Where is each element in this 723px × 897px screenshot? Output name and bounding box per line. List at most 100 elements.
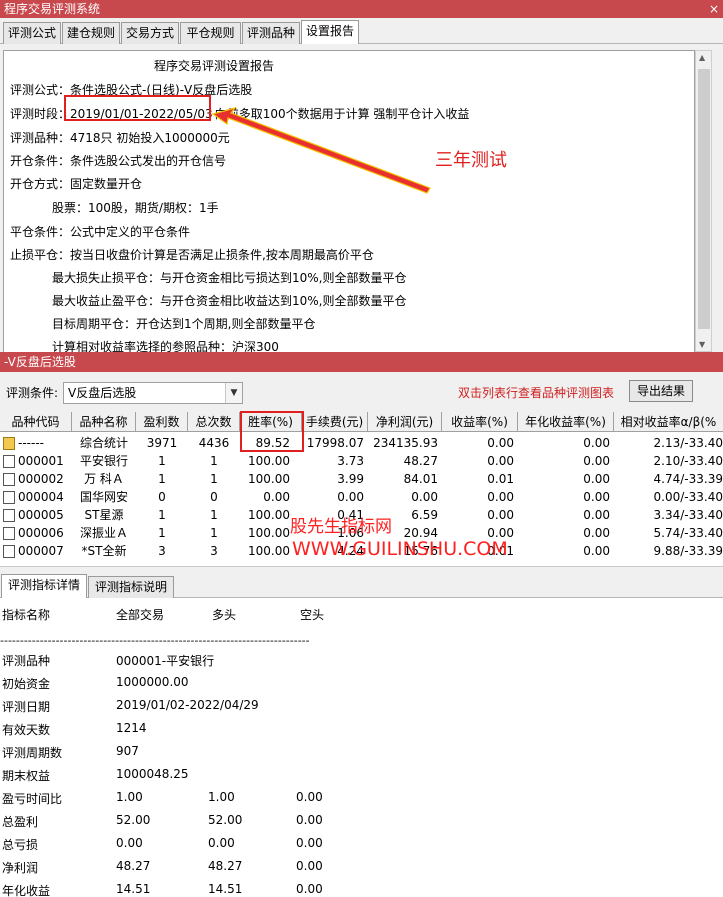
scroll-thumb[interactable] <box>698 69 710 329</box>
detail-metric-all: 000001-平安银行 <box>116 654 215 668</box>
watermark-line1: 股先生指标网 <box>290 517 392 537</box>
detail-metric-name: 期末权益 <box>2 769 51 783</box>
export-button[interactable]: 导出结果 <box>629 380 693 402</box>
table-row[interactable]: 000001 平安银行 1 1 100.00 3.73 48.27 0.00 0.00 2.10/… <box>0 452 723 470</box>
cell-win-rate: 100.00 <box>248 544 290 558</box>
document-icon <box>3 455 15 468</box>
detail-divider: ----------------------------------------… <box>0 634 310 647</box>
cell-win-count: 1 <box>158 454 166 468</box>
cell-name: 万 科Ａ <box>84 472 124 486</box>
detail-header-name: 指标名称 <box>2 608 51 622</box>
report-max-gain: 最大收益止盈平仓：与开仓资金相比收益达到10%,则全部数量平仓 <box>52 294 407 308</box>
detail-metric-all: 1000000.00 <box>116 675 189 689</box>
cell-win-count: 1 <box>158 508 166 522</box>
report-open-mode: 开仓方式：固定数量开仓 <box>10 177 143 191</box>
col-return[interactable]: 收益率(%) <box>442 412 518 432</box>
cell-name: *ST全新 <box>81 544 127 558</box>
cell-return: 0.01 <box>487 472 514 486</box>
tab-settings-report[interactable]: 设置报告 <box>301 20 359 44</box>
detail-metric-all: 48.27 <box>116 859 151 873</box>
cell-win-count: 0 <box>158 490 166 504</box>
col-code[interactable]: 品种代码 <box>0 412 72 432</box>
cell-win-rate: 0.00 <box>263 490 290 504</box>
cell-total-count: 1 <box>210 472 218 486</box>
tab-trade-mode[interactable]: 交易方式 <box>121 22 179 44</box>
tab-close-rule[interactable]: 平仓规则 <box>180 22 241 44</box>
tab-build-rule[interactable]: 建仓规则 <box>62 22 120 44</box>
cell-return: 0.00 <box>487 508 514 522</box>
col-total-count[interactable]: 总次数 <box>188 412 240 432</box>
cell-relative-return: 2.10/-33.40 <box>653 454 723 468</box>
detail-metric-name: 年化收益 <box>2 884 51 897</box>
detail-metric-short: 0.00 <box>296 859 323 873</box>
chevron-down-icon[interactable]: ▼ <box>225 383 242 403</box>
col-fee[interactable]: 手续费(元) <box>302 412 368 432</box>
report-scrollbar[interactable]: ▲ ▼ <box>695 50 712 352</box>
col-win-count[interactable]: 盈利数 <box>136 412 188 432</box>
col-relative-return[interactable]: 相对收益率α/β(% <box>614 412 723 432</box>
detail-header-long: 多头 <box>212 608 237 622</box>
detail-metric-name: 评测周期数 <box>2 746 63 760</box>
cell-net-profit: 48.27 <box>403 454 438 468</box>
table-row[interactable]: ------ 综合统计 3971 4436 89.52 17998.07 234135.93… <box>0 434 723 452</box>
cell-return: 0.00 <box>487 490 514 504</box>
cell-relative-return: 0.00/-33.40 <box>653 490 723 504</box>
cell-return: 0.00 <box>487 436 514 450</box>
cell-annual-return: 0.00 <box>583 490 610 504</box>
table-row[interactable]: 000002 万 科Ａ 1 1 100.00 3.99 84.01 0.01 0.00 4.74/… <box>0 470 723 488</box>
detail-metric-name: 有效天数 <box>2 723 51 737</box>
report-open-qty: 股票：100股，期货/期权：1手 <box>52 201 219 215</box>
cell-annual-return: 0.00 <box>583 544 610 558</box>
detail-metric-all: 1.00 <box>116 790 143 804</box>
scroll-down-icon[interactable]: ▼ <box>699 340 705 349</box>
scroll-up-icon[interactable]: ▲ <box>699 53 705 62</box>
detail-metric-short: 0.00 <box>296 882 323 896</box>
report-max-loss: 最大损失止损平仓：与开仓资金相比亏损达到10%,则全部数量平仓 <box>52 271 407 285</box>
report-stop-loss: 止损平仓：按当日收盘价计算是否满足止损条件,按本周期最高价平仓 <box>10 248 374 262</box>
cell-win-count: 1 <box>158 526 166 540</box>
cell-annual-return: 0.00 <box>583 454 610 468</box>
col-net-profit[interactable]: 净利润(元) <box>368 412 442 432</box>
tab-products[interactable]: 评测品种 <box>242 22 300 44</box>
report-products: 评测品种：4718只 初始投入1000000元 <box>10 131 230 145</box>
document-icon <box>3 473 15 486</box>
detail-metric-short: 0.00 <box>296 813 323 827</box>
cell-code: 000007 <box>18 544 64 558</box>
cell-fee: 3.73 <box>337 454 364 468</box>
close-icon[interactable]: × <box>709 0 719 18</box>
cell-win-rate: 100.00 <box>248 508 290 522</box>
tab-formula[interactable]: 评测公式 <box>3 22 61 44</box>
detail-metric-all: 2019/01/02-2022/04/29 <box>116 698 259 712</box>
cell-total-count: 4436 <box>198 436 230 450</box>
cell-fee: 3.99 <box>337 472 364 486</box>
table-header: 品种代码 品种名称 盈利数 总次数 胜率(%) 手续费(元) 净利润(元) 收益… <box>0 412 723 432</box>
condition-select[interactable]: V反盘后选股 ▼ <box>63 382 243 404</box>
cell-annual-return: 0.00 <box>583 436 610 450</box>
detail-metric-long: 14.51 <box>208 882 243 896</box>
cell-win-rate: 100.00 <box>248 454 290 468</box>
cell-relative-return: 5.74/-33.40 <box>653 526 723 540</box>
document-icon <box>3 545 15 558</box>
detail-metric-long: 48.27 <box>208 859 243 873</box>
cell-code: 000002 <box>18 472 64 486</box>
col-name[interactable]: 品种名称 <box>72 412 136 432</box>
document-icon <box>3 491 15 504</box>
document-icon <box>3 527 15 540</box>
cell-win-count: 3971 <box>146 436 178 450</box>
window-titlebar: 程序交易评测系统 × <box>0 0 723 18</box>
window-title: 程序交易评测系统 <box>4 2 101 16</box>
cell-code: 000006 <box>18 526 64 540</box>
folder-icon <box>3 437 15 450</box>
cell-relative-return: 2.13/-33.40 <box>653 436 723 450</box>
tab-metric-explain[interactable]: 评测指标说明 <box>88 576 174 598</box>
detail-metric-long: 0.00 <box>208 836 235 850</box>
detail-header-short: 空头 <box>300 608 325 622</box>
detail-metric-all: 1214 <box>116 721 147 735</box>
tab-metric-detail[interactable]: 评测指标详情 <box>1 574 87 598</box>
col-annual-return[interactable]: 年化收益率(%) <box>518 412 614 432</box>
table-row[interactable]: 000004 国华网安 0 0 0.00 0.00 0.00 0.00 0.00 0.00/-33… <box>0 488 723 506</box>
detail-metric-short: 0.00 <box>296 790 323 804</box>
cell-code: 000005 <box>18 508 64 522</box>
cell-win-count: 1 <box>158 472 166 486</box>
cell-name: 平安银行 <box>79 454 128 468</box>
